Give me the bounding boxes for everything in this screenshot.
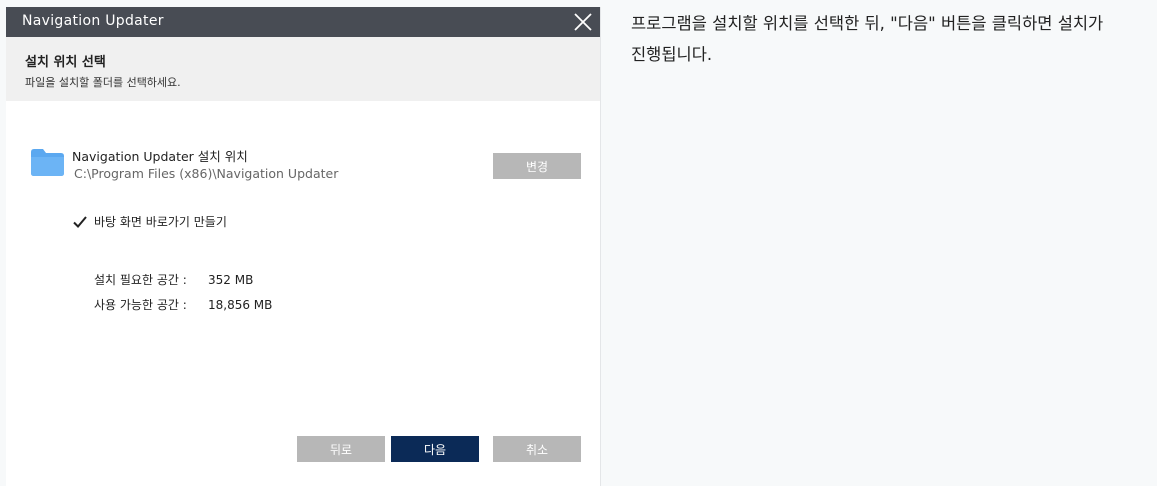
cancel-button[interactable]: 취소 [493, 436, 581, 462]
back-button[interactable]: 뒤로 [297, 436, 385, 462]
checkmark-icon [73, 216, 87, 228]
step-subtitle: 파일을 설치할 폴더를 선택하세요. [25, 76, 181, 89]
header-band: 설치 위치 선택 파일을 설치할 폴더를 선택하세요. [6, 37, 600, 101]
instruction-line-1: 프로그램을 설치할 위치를 선택한 뒤, "다음" 버튼을 클릭하면 설치가 [631, 14, 1104, 33]
required-space-value: 352 MB [208, 273, 254, 287]
install-location-label: Navigation Updater 설치 위치 [72, 149, 248, 164]
step-title: 설치 위치 선택 [25, 55, 106, 70]
next-button[interactable]: 다음 [391, 436, 479, 462]
desktop-shortcut-label: 바탕 화면 바로가기 만들기 [94, 215, 227, 229]
available-space-label: 사용 가능한 공간 : [94, 298, 187, 312]
change-location-button[interactable]: 변경 [493, 153, 581, 179]
available-space-value: 18,856 MB [208, 298, 273, 312]
title-bar: Navigation Updater [6, 7, 600, 37]
required-space-row: 설치 필요한 공간 : 352 MB [94, 271, 253, 288]
page: Navigation Updater 설치 위치 선택 파일을 설치할 폴더를 … [0, 0, 1157, 486]
close-icon [574, 13, 592, 31]
required-space-label: 설치 필요한 공간 : [94, 273, 187, 287]
instruction-line-2: 진행됩니다. [631, 45, 713, 64]
close-button[interactable] [570, 9, 596, 35]
available-space-row: 사용 가능한 공간 : 18,856 MB [94, 296, 272, 313]
install-path: C:\Program Files (x86)\Navigation Update… [74, 166, 339, 181]
installer-window: Navigation Updater 설치 위치 선택 파일을 설치할 폴더를 … [6, 7, 601, 486]
desktop-shortcut-checkbox[interactable] [72, 214, 88, 230]
instruction-text: 프로그램을 설치할 위치를 선택한 뒤, "다음" 버튼을 클릭하면 설치가 진… [631, 8, 1155, 70]
window-title: Navigation Updater [22, 13, 164, 29]
folder-icon [31, 149, 64, 176]
